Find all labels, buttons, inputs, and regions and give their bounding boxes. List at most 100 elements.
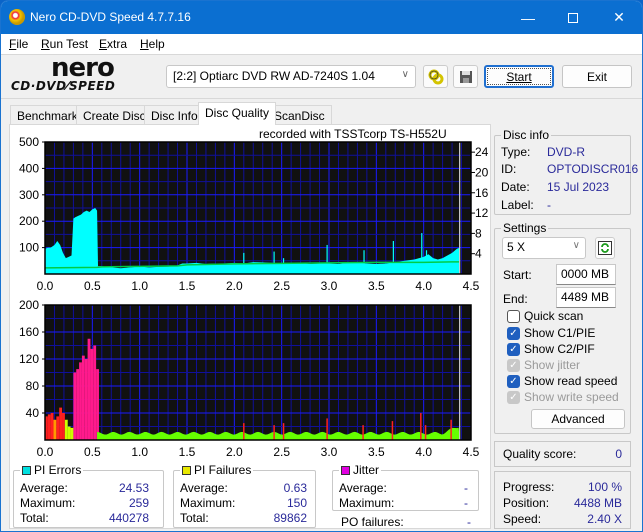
y-axis-tick-label: 500 bbox=[19, 135, 39, 149]
minimize-button[interactable]: — bbox=[505, 1, 551, 34]
pi-errors-group: PI Errors Average: 24.53 Maximum: 259 To… bbox=[13, 463, 164, 528]
y-axis-tick-label: 100 bbox=[19, 241, 39, 255]
x-axis-tick-label: 2.5 bbox=[273, 279, 290, 293]
pi-failures-bar bbox=[76, 369, 80, 440]
pi-errors-total-value: 440278 bbox=[108, 511, 149, 525]
pi-failures-bar bbox=[67, 426, 71, 440]
disc-date-label: Date: bbox=[501, 180, 530, 194]
quality-score-group: Quality score: 0 bbox=[494, 441, 631, 467]
show-c1-pie-checkbox[interactable]: ✓ Show C1/PIE bbox=[507, 326, 595, 340]
exit-button-label: Exit bbox=[586, 69, 607, 84]
progress-value: 100 % bbox=[587, 480, 622, 494]
quality-score-value: 0 bbox=[615, 447, 622, 461]
y-axis-tick-label: 120 bbox=[19, 352, 39, 366]
disc-id-label: ID: bbox=[501, 162, 517, 176]
x-axis-tick-label: 2.5 bbox=[273, 445, 290, 459]
right-axis-tick-label: 4 bbox=[475, 247, 482, 261]
pi-failures-bar bbox=[81, 355, 85, 440]
app-window: Nero CD-DVD Speed 4.7.7.16 — ✕ File Run … bbox=[0, 0, 643, 532]
x-axis-tick-label: 4.5 bbox=[463, 279, 480, 293]
start-button[interactable]: Start bbox=[484, 65, 554, 88]
x-axis-tick-label: 0.0 bbox=[37, 445, 54, 459]
jitter-average-label: Average: bbox=[339, 481, 387, 495]
show-write-speed-checkbox[interactable]: ✓ Show write speed bbox=[507, 390, 619, 404]
refresh-icon bbox=[598, 241, 612, 255]
pi-failures-group: PI Failures Average: 0.63 Maximum: 150 T… bbox=[173, 463, 316, 528]
jitter-average-value: - bbox=[464, 481, 468, 495]
disc-id-value: OPTODISCR016 bbox=[547, 162, 639, 176]
disc-info-title: Disc info bbox=[501, 128, 552, 142]
quality-score-label: Quality score: bbox=[503, 447, 577, 461]
right-axis-tick-label: 8 bbox=[475, 226, 482, 240]
disc-label-value: - bbox=[547, 198, 551, 212]
disc-type-value: DVD-R bbox=[547, 145, 585, 159]
x-axis-tick-label: 4.0 bbox=[415, 279, 432, 293]
show-read-speed-checkbox[interactable]: ✓ Show read speed bbox=[507, 374, 617, 388]
pi-errors-average-value: 24.53 bbox=[118, 481, 149, 495]
start-mb-input[interactable]: 0000 MB bbox=[556, 264, 616, 285]
x-axis-tick-label: 3.5 bbox=[368, 279, 385, 293]
pi-failures-total-value: 89862 bbox=[273, 511, 307, 525]
advanced-button[interactable]: Advanced bbox=[531, 409, 625, 429]
position-value: 4488 MB bbox=[573, 496, 622, 510]
pi-errors-total-label: Total: bbox=[20, 511, 49, 525]
show-jitter-checkbox[interactable]: ✓ Show jitter bbox=[507, 358, 580, 372]
pi-failures-bar bbox=[64, 419, 68, 440]
show-c2-pif-checkbox[interactable]: ✓ Show C2/PIF bbox=[507, 342, 595, 356]
pi-errors-title: PI Errors bbox=[20, 463, 84, 477]
right-axis-tick-label: 20 bbox=[475, 165, 489, 179]
x-axis-tick-label: 3.0 bbox=[321, 445, 338, 459]
po-failures-value: - bbox=[467, 515, 471, 529]
pi-failures-bar bbox=[59, 407, 63, 440]
quick-scan-checkbox[interactable]: Quick scan bbox=[507, 309, 583, 323]
x-axis-tick-label: 4.0 bbox=[415, 445, 432, 459]
x-axis-tick-label: 0.5 bbox=[84, 279, 101, 293]
maximize-button[interactable] bbox=[550, 1, 596, 34]
jitter-title-text: Jitter bbox=[353, 463, 380, 477]
speed-select-value: 5 X bbox=[507, 240, 526, 254]
pi-failures-color-swatch bbox=[182, 466, 191, 475]
minimize-icon: — bbox=[521, 9, 535, 26]
pi-failures-bar bbox=[56, 416, 60, 440]
checkmark-icon: ✓ bbox=[507, 358, 520, 372]
disc-info-group: Disc info Type: DVD-R ID: OPTODISCR016 D… bbox=[494, 128, 638, 215]
x-axis-tick-label: 2.0 bbox=[226, 445, 243, 459]
close-icon: ✕ bbox=[613, 9, 625, 25]
y-axis-tick-label: 400 bbox=[19, 161, 39, 175]
pi-failures-bar bbox=[73, 372, 77, 440]
jitter-title: Jitter bbox=[339, 463, 382, 477]
disc-label-label: Label: bbox=[501, 198, 534, 212]
refresh-speed-button[interactable] bbox=[595, 237, 615, 259]
show-jitter-label: Show jitter bbox=[524, 358, 581, 372]
end-mb-input[interactable]: 4489 MB bbox=[556, 287, 616, 308]
start-mb-value: 0000 MB bbox=[561, 267, 610, 281]
jitter-maximum-label: Maximum: bbox=[339, 496, 395, 510]
pi-failures-title: PI Failures bbox=[180, 463, 254, 477]
x-axis-tick-label: 2.0 bbox=[226, 279, 243, 293]
pi-errors-maximum-value: 259 bbox=[128, 496, 149, 510]
x-axis-tick-label: 0.0 bbox=[37, 279, 54, 293]
speed-select[interactable]: 5 X ∨ bbox=[502, 237, 586, 259]
pi-errors-maximum-label: Maximum: bbox=[20, 496, 76, 510]
exit-button[interactable]: Exit bbox=[562, 65, 632, 88]
settings-group: Settings 5 X ∨ Start: 0000 MB End: 4489 … bbox=[494, 221, 631, 434]
maximize-icon bbox=[568, 12, 578, 23]
show-write-speed-label: Show write speed bbox=[524, 390, 619, 404]
pi-failures-bar bbox=[90, 348, 94, 440]
speed-label: Speed: bbox=[503, 512, 542, 526]
pi-failures-bar bbox=[93, 345, 97, 440]
show-c1-pie-label: Show C1/PIE bbox=[524, 326, 596, 340]
y-axis-tick-label: 300 bbox=[19, 188, 39, 202]
checkmark-icon: ✓ bbox=[507, 390, 520, 404]
y-axis-tick-label: 160 bbox=[19, 325, 39, 339]
pi-failures-bar bbox=[62, 413, 65, 440]
pi-failures-bar bbox=[70, 427, 74, 440]
close-button[interactable]: ✕ bbox=[596, 1, 642, 34]
x-axis-tick-label: 1.0 bbox=[131, 445, 148, 459]
settings-title: Settings bbox=[501, 221, 549, 235]
pi-errors-title-text: PI Errors bbox=[34, 463, 82, 477]
tab-disc-quality[interactable]: Disc Quality bbox=[198, 102, 277, 125]
right-axis-tick-label: 16 bbox=[475, 186, 489, 200]
pi-failures-title-text: PI Failures bbox=[194, 463, 252, 477]
advanced-button-label: Advanced bbox=[551, 412, 605, 426]
